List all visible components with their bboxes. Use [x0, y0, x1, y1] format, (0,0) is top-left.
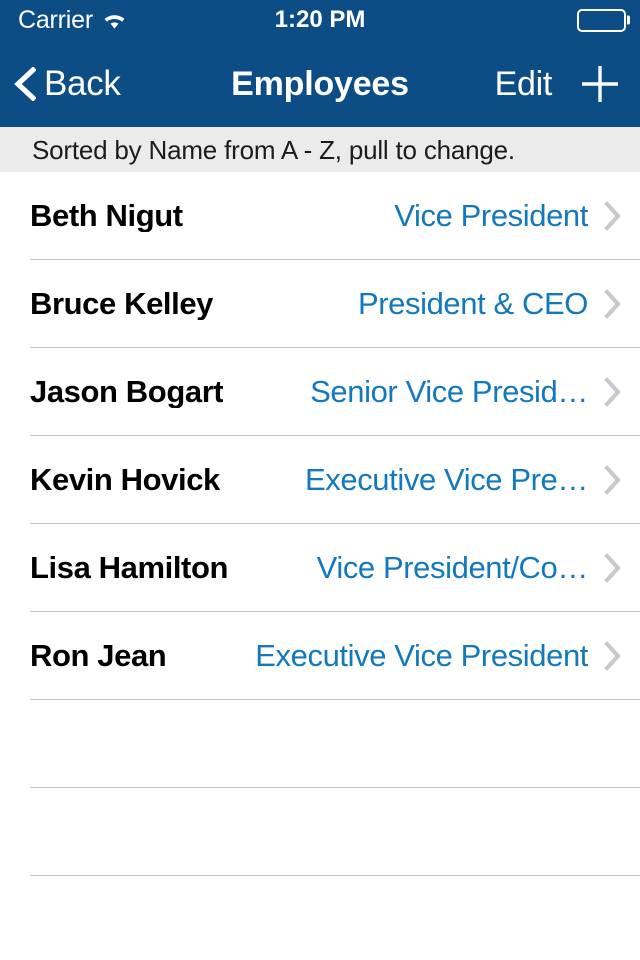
employee-name: Jason Bogart: [30, 375, 224, 409]
back-button[interactable]: Back: [14, 64, 121, 103]
employee-list: Beth Nigut Vice President Bruce Kelley Pres…: [0, 172, 640, 960]
carrier-label: Carrier: [18, 5, 93, 34]
chevron-right-icon: [604, 377, 622, 407]
sort-header[interactable]: Sorted by Name from A - Z, pull to chang…: [0, 127, 640, 172]
status-bar-left: Carrier: [18, 5, 127, 34]
employee-name: Kevin Hovick: [30, 463, 220, 497]
table-row[interactable]: Jason Bogart Senior Vice Presid…: [0, 348, 640, 436]
app-root: Carrier 1:20 PM Back Employees Edit Sort…: [0, 0, 640, 960]
employee-name: Lisa Hamilton: [30, 551, 229, 585]
wifi-icon: [102, 11, 127, 30]
employee-title: Vice President/Co…: [316, 551, 588, 585]
table-row[interactable]: Bruce Kelley President & CEO: [0, 260, 640, 348]
table-row-empty: [0, 788, 640, 876]
employee-title: President & CEO: [357, 287, 588, 321]
table-row[interactable]: Ron Jean Executive Vice President: [0, 612, 640, 700]
chevron-right-icon: [604, 201, 622, 231]
edit-button[interactable]: Edit: [495, 67, 553, 101]
employee-title: Executive Vice President: [255, 639, 588, 673]
chevron-left-icon: [14, 65, 37, 102]
table-row[interactable]: Kevin Hovick Executive Vice Pre…: [0, 436, 640, 524]
status-bar-right: [577, 8, 626, 32]
chevron-right-icon: [604, 465, 622, 495]
battery-icon: [577, 8, 626, 32]
employee-title: Vice President: [394, 199, 588, 233]
table-row[interactable]: Lisa Hamilton Vice President/Co…: [0, 524, 640, 612]
table-row-empty: [0, 700, 640, 788]
table-row-empty: [0, 876, 640, 960]
back-button-label: Back: [44, 64, 121, 103]
employee-name: Beth Nigut: [30, 199, 183, 233]
navigation-bar: Back Employees Edit: [0, 40, 640, 127]
plus-icon[interactable]: [578, 62, 622, 106]
employee-title: Senior Vice Presid…: [310, 375, 588, 409]
employee-name: Ron Jean: [30, 639, 167, 673]
chevron-right-icon: [604, 553, 622, 583]
table-row[interactable]: Beth Nigut Vice President: [0, 172, 640, 260]
chevron-right-icon: [604, 289, 622, 319]
employee-title: Executive Vice Pre…: [304, 463, 588, 497]
sort-header-label: Sorted by Name from A - Z, pull to chang…: [32, 134, 515, 165]
navigation-bar-right: Edit: [495, 62, 622, 106]
status-bar: Carrier 1:20 PM: [0, 0, 640, 40]
chevron-right-icon: [604, 641, 622, 671]
employee-name: Bruce Kelley: [30, 287, 214, 321]
